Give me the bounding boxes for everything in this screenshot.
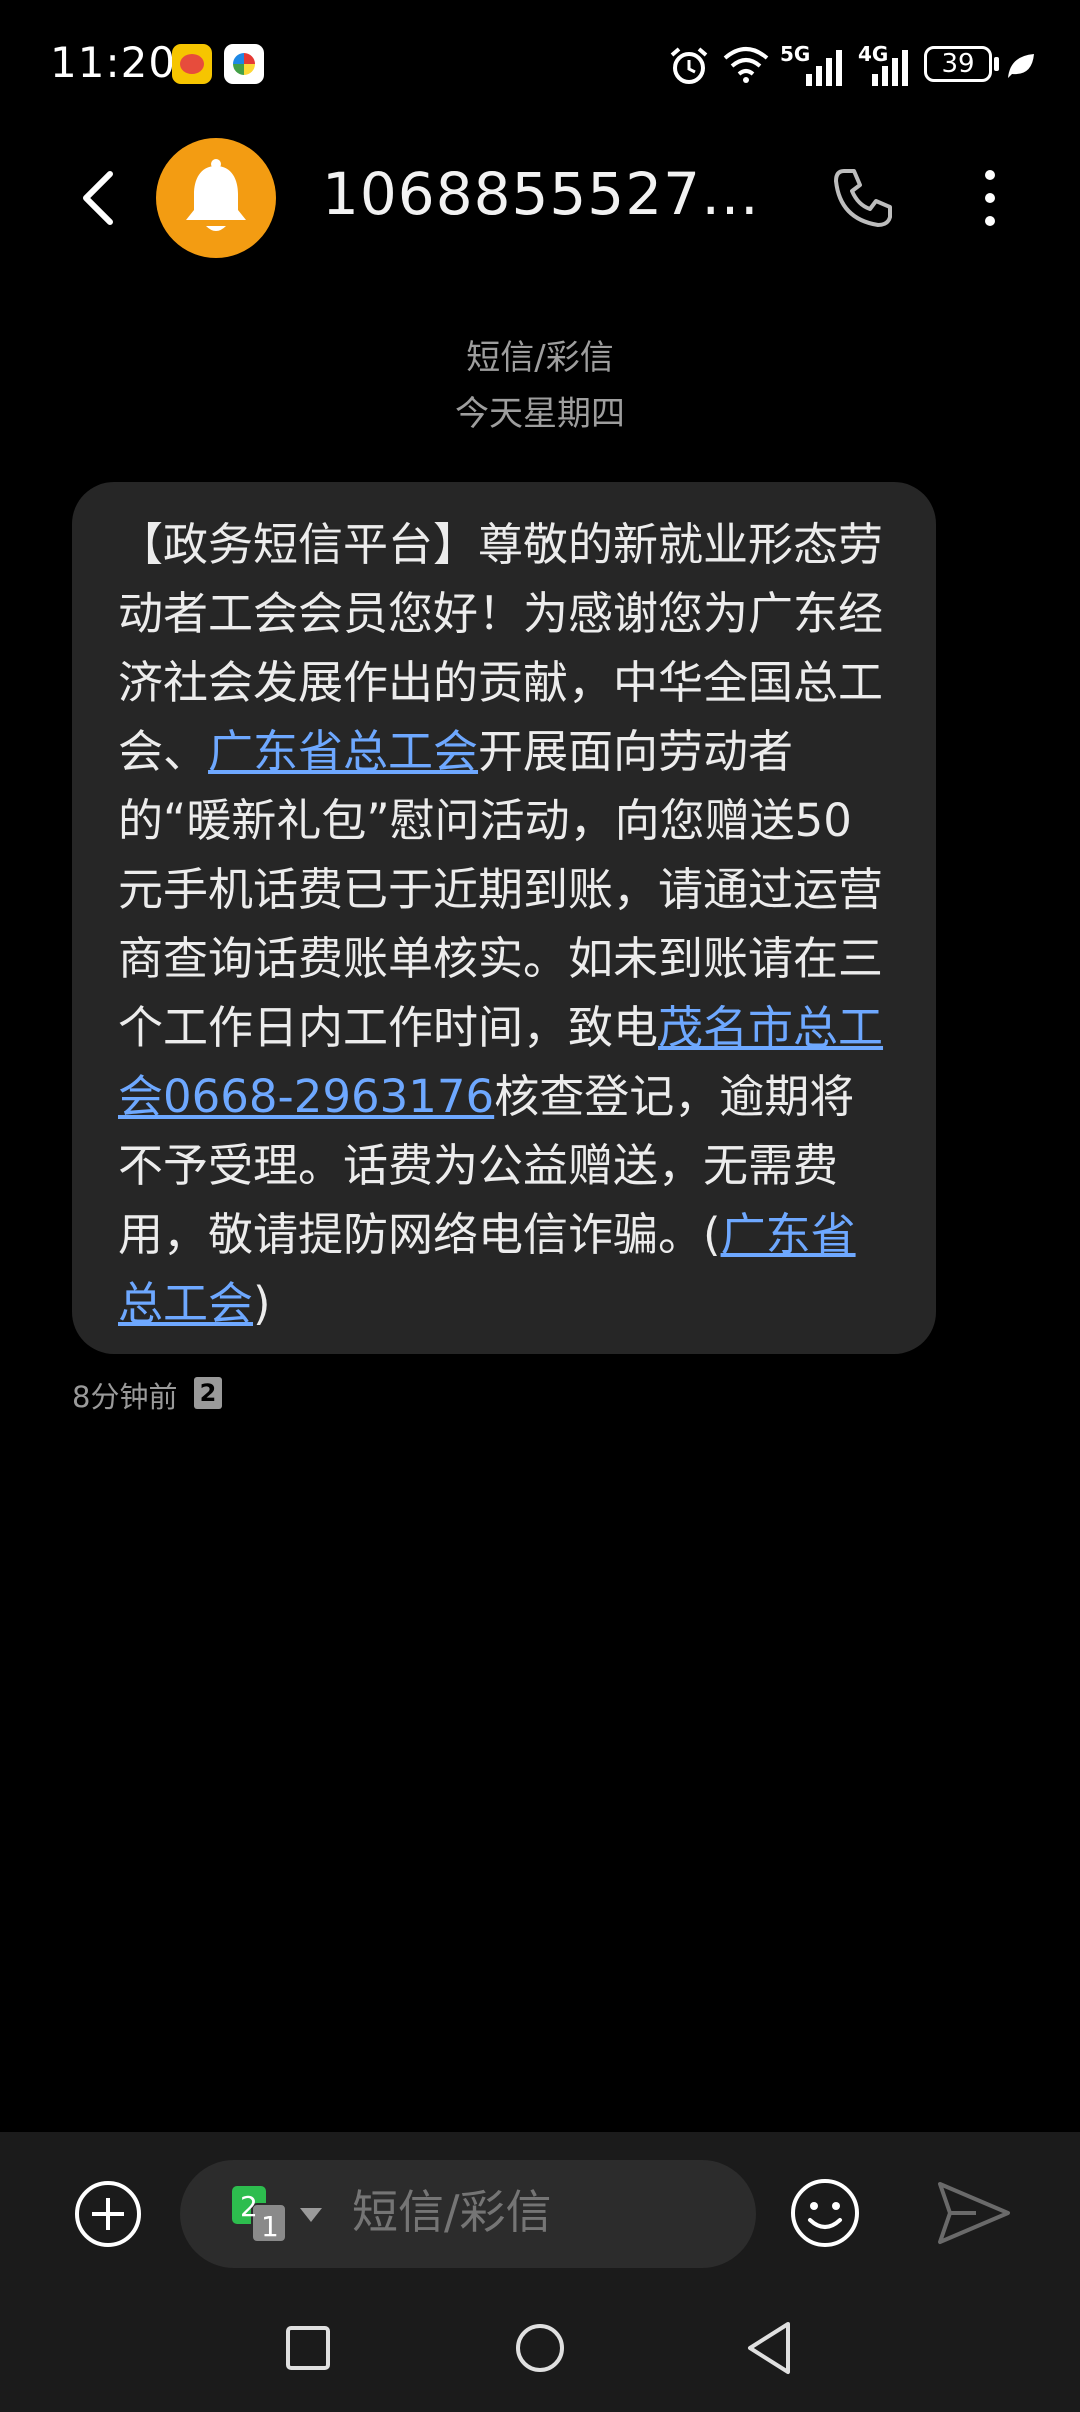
sim-top-label: 2 (240, 2190, 258, 2223)
contact-title: 1068855527390... (322, 160, 792, 228)
app-notification-icon (172, 44, 212, 84)
message-bubble[interactable]: 【政务短信平台】尊敬的新就业形态劳动者工会会员您好！为感谢您为广东经济社会发展作… (72, 482, 936, 1354)
chevron-down-icon[interactable] (298, 2204, 324, 2226)
status-bar: 11:20 5G 4G 39 (0, 0, 1080, 130)
leaf-icon (1008, 54, 1034, 78)
message-type-label: 短信/彩信 (466, 338, 614, 378)
recent-apps-button[interactable] (284, 2324, 332, 2372)
battery-indicator: 39 (924, 46, 992, 82)
phone-call-button[interactable] (830, 165, 896, 231)
add-attachment-button[interactable] (74, 2180, 142, 2248)
message-text-part: ) (253, 1277, 271, 1330)
home-button[interactable] (514, 2322, 566, 2374)
wifi-icon (723, 47, 769, 83)
avatar[interactable] (156, 138, 276, 258)
emoji-button[interactable] (790, 2178, 860, 2248)
message-timestamp: 8分钟前 (72, 1380, 178, 1414)
status-time: 11:20 (50, 38, 177, 87)
sim-slot-badge: 2 (194, 1377, 222, 1409)
nav-back-button[interactable] (744, 2318, 794, 2378)
bell-icon (186, 159, 246, 231)
message-input[interactable] (350, 2181, 734, 2243)
back-button[interactable] (70, 168, 130, 228)
battery-cap (994, 57, 999, 71)
message-text: 【政务短信平台】尊敬的新就业形态劳动者工会会员您好！为感谢您为广东经济社会发展作… (118, 510, 890, 1338)
message-link[interactable]: 广东省总工会 (208, 725, 478, 778)
sim-bottom-label: 1 (261, 2210, 279, 2243)
alarm-icon (670, 47, 708, 84)
signal-icon (872, 50, 908, 86)
app-notification-icon (224, 44, 264, 84)
signal-icon (806, 50, 842, 86)
sim-switch-button[interactable]: 2 1 (230, 2184, 290, 2244)
more-options-button[interactable] (960, 165, 1020, 231)
send-button[interactable] (936, 2178, 1012, 2248)
message-date-label: 今天星期四 (455, 394, 625, 434)
